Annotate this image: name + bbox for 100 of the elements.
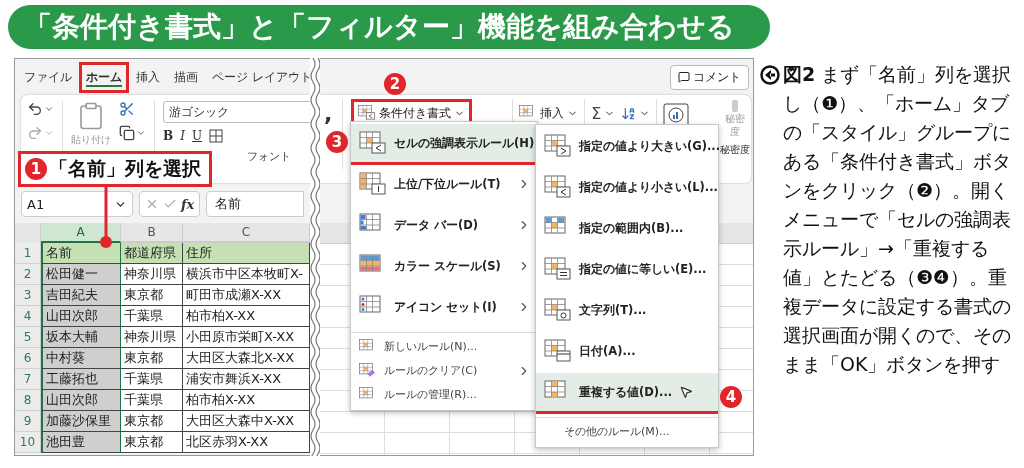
menu-item[interactable]: カラー スケール(S) bbox=[351, 247, 537, 288]
table-cell: 名前 bbox=[41, 243, 121, 264]
row-number: 7 bbox=[15, 369, 41, 390]
table-cell: 工藤拓也 bbox=[41, 369, 121, 390]
copy-icon bbox=[119, 125, 135, 141]
table-cell: 町田市成瀬X-XX bbox=[183, 285, 310, 306]
table-cell: 山田次郎 bbox=[41, 390, 121, 411]
table-cell: 大田区大森北X-XX bbox=[183, 348, 310, 369]
undo-button[interactable] bbox=[27, 101, 54, 117]
menu-item[interactable]: 文字列(T)... bbox=[536, 291, 718, 332]
autosum-button[interactable]: Σ bbox=[591, 104, 616, 122]
menu-item[interactable]: ルールの管理(R)... bbox=[351, 384, 537, 408]
sort-icon bbox=[621, 105, 637, 121]
copy-button[interactable] bbox=[119, 125, 146, 141]
comment-button[interactable]: コメント bbox=[670, 64, 749, 90]
menu-item[interactable]: 上位/下位ルール(T) bbox=[351, 165, 537, 206]
check-icon[interactable] bbox=[163, 197, 177, 211]
format-button[interactable]: I bbox=[180, 129, 185, 143]
menu-item[interactable]: 指定の値より小さい(L)... bbox=[536, 168, 718, 209]
grid-icon bbox=[359, 131, 387, 155]
row-number: 5 bbox=[15, 327, 41, 348]
chevron-down-icon bbox=[44, 104, 54, 114]
menu-item[interactable]: その他のルール(M)... bbox=[536, 421, 718, 445]
table-cell: 柏市柏X-XX bbox=[183, 306, 310, 327]
menu-item[interactable]: 指定の範囲内(B)... bbox=[536, 209, 718, 250]
grid-icon bbox=[359, 362, 377, 379]
table-cell: 浦安市舞浜X-XX bbox=[183, 369, 310, 390]
grid-icon bbox=[544, 298, 572, 322]
insert-button[interactable]: 挿入 bbox=[519, 104, 579, 122]
table-cell: 吉田紀夫 bbox=[41, 285, 121, 306]
format-button[interactable]: U bbox=[191, 129, 203, 143]
table-cell: 都道府県 bbox=[121, 243, 183, 264]
table-cell: 坂本大輔 bbox=[41, 327, 121, 348]
table-cell: 千葉県 bbox=[121, 306, 183, 327]
ribbon-tab[interactable]: ファイル bbox=[17, 61, 79, 93]
borders-icon[interactable] bbox=[209, 129, 224, 143]
menu-item[interactable]: 指定の値より大きい(G)... bbox=[536, 127, 718, 168]
grid-icon bbox=[544, 175, 572, 199]
group-label: 秘密度 bbox=[719, 143, 750, 157]
menu-item[interactable]: データ バー(D) bbox=[351, 206, 537, 247]
menu-item[interactable]: セルの強調表示ルール(H) bbox=[351, 124, 537, 165]
grid-icon bbox=[359, 172, 387, 196]
row-number: 3 bbox=[15, 285, 41, 306]
grid-icon bbox=[544, 134, 572, 158]
chevron-down-icon bbox=[136, 128, 146, 138]
font-field[interactable]: 游ゴシック bbox=[163, 101, 310, 123]
table-cell: 神奈川県 bbox=[121, 264, 183, 285]
name-box[interactable]: A1 bbox=[21, 191, 133, 217]
row-number: 1 bbox=[15, 243, 41, 264]
title-banner: 「条件付き書式」と「フィルター」機能を組み合わせる bbox=[8, 5, 770, 49]
pointer-icon bbox=[679, 385, 694, 399]
table-cell: 横浜市中区本牧町X- bbox=[183, 264, 310, 285]
table-cell: 東京都 bbox=[121, 285, 183, 306]
formula-field[interactable]: 名前 bbox=[206, 191, 304, 217]
row-number: 8 bbox=[15, 390, 41, 411]
row-number: 4 bbox=[15, 306, 41, 327]
row-number: 9 bbox=[15, 411, 41, 432]
table-cell: 柏市柏X-XX bbox=[183, 390, 310, 411]
step-number: 2 bbox=[384, 73, 406, 95]
ribbon-tab[interactable]: 描画 bbox=[167, 61, 205, 93]
table-cell: 小田原市栄町X-XX bbox=[183, 327, 310, 348]
function-button[interactable]: fx bbox=[181, 196, 195, 212]
column-header[interactable]: B bbox=[121, 223, 183, 243]
menu-item[interactable]: 日付(A)... bbox=[536, 332, 718, 373]
table-cell: 中村葵 bbox=[41, 348, 121, 369]
grid-icon bbox=[544, 257, 572, 281]
table-cell: 松田健一 bbox=[41, 264, 121, 285]
row-number: 2 bbox=[15, 264, 41, 285]
menu-item[interactable]: 指定の値に等しい(E)... bbox=[536, 250, 718, 291]
redo-icon bbox=[27, 125, 43, 141]
format-button[interactable]: B bbox=[163, 129, 174, 143]
table-cell: 神奈川県 bbox=[121, 327, 183, 348]
chevron-down-icon bbox=[44, 128, 54, 138]
step-number: 1 bbox=[25, 158, 47, 180]
table-cell: 池田豊 bbox=[41, 432, 121, 453]
row-number: 10 bbox=[15, 432, 41, 453]
menu-item[interactable]: 重複する値(D)... bbox=[536, 373, 718, 414]
comma-style-button[interactable]: , bbox=[320, 99, 337, 125]
table-cell: 千葉県 bbox=[121, 369, 183, 390]
column-header[interactable]: C bbox=[183, 223, 310, 243]
caption-text: 図2 まず「名前」列を選択し（❶）、「ホーム」タブの「スタイル」グループにある「条件付き書式」ボタンをクリック（❷）。開くメニューで「セルの強調表示ルール」→「重複する値」とたどる（❸❹）。重複データに設定する書式の選択画面が開くので、そのまま「OK」ボタンを押す bbox=[783, 62, 1013, 377]
table-cell: 東京都 bbox=[121, 411, 183, 432]
group-label: フォント bbox=[247, 149, 291, 164]
table-cell: 山田次郎 bbox=[41, 306, 121, 327]
table-cell: 千葉県 bbox=[121, 390, 183, 411]
table-cell: 住所 bbox=[183, 243, 310, 264]
ribbon-tab[interactable]: ページ レイアウト bbox=[205, 61, 310, 93]
table-cell: 北区赤羽X-XX bbox=[183, 432, 310, 453]
row-number: 6 bbox=[15, 348, 41, 369]
ribbon-tab[interactable]: ホーム bbox=[79, 61, 129, 93]
comment-icon bbox=[678, 71, 690, 83]
cut-icon[interactable] bbox=[119, 101, 135, 117]
menu-item[interactable]: 新しいルール(N)... bbox=[351, 336, 537, 360]
ribbon-tab[interactable]: 挿入 bbox=[129, 61, 167, 93]
callout-text: 「名前」列を選択 bbox=[49, 156, 201, 181]
table-cell: 大田区大森中X-XX bbox=[183, 411, 310, 432]
menu-item[interactable]: ルールのクリア(C) bbox=[351, 360, 537, 384]
column-header[interactable]: A bbox=[41, 223, 121, 243]
analyze-data-icon[interactable] bbox=[663, 103, 690, 127]
menu-item[interactable]: アイコン セット(I) bbox=[351, 288, 537, 329]
